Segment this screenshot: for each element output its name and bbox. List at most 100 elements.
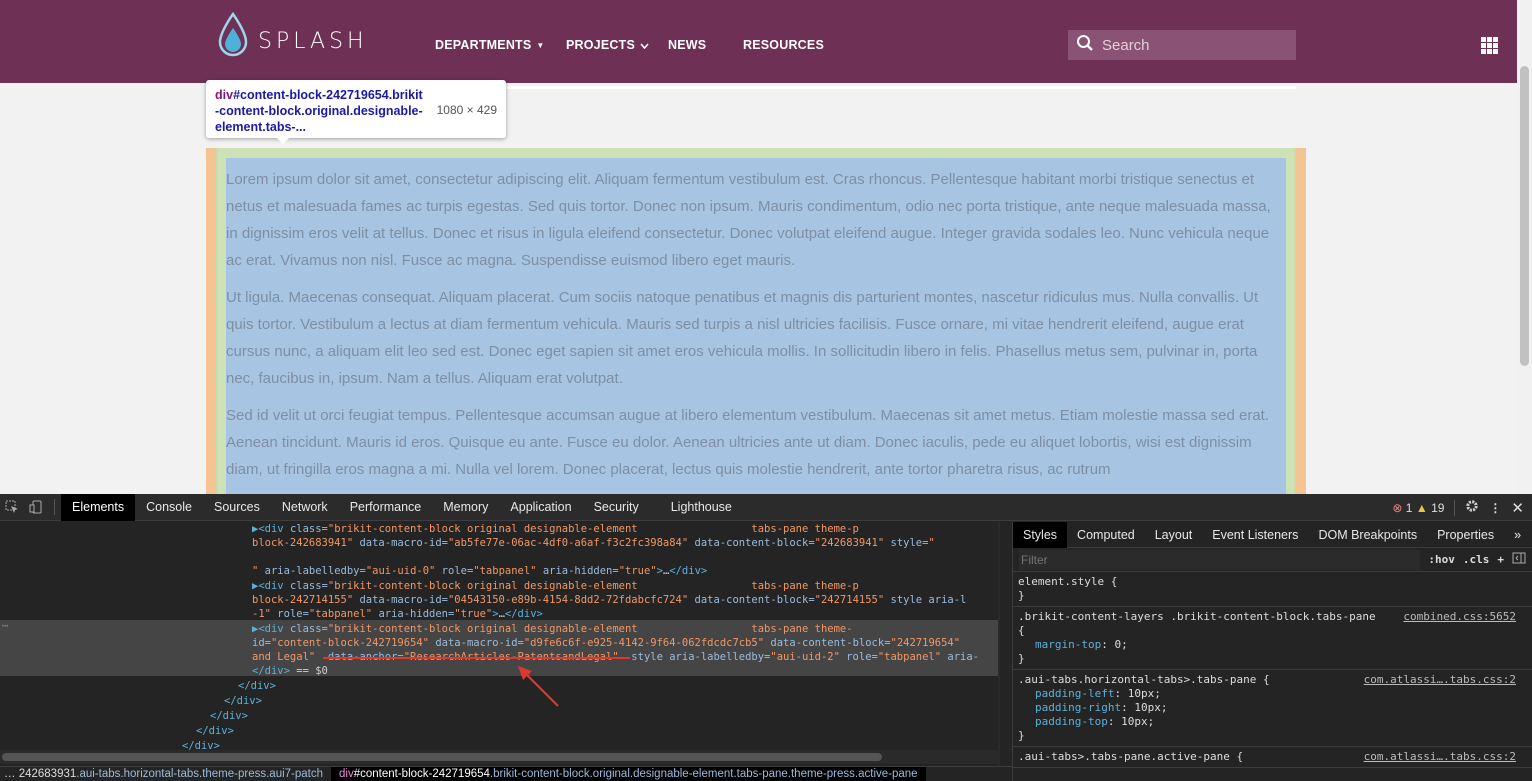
styles-tabbar: Styles Computed Layout Event Listeners D… bbox=[1013, 521, 1532, 548]
page-scrollbar[interactable] bbox=[1517, 0, 1532, 494]
tab-memory[interactable]: Memory bbox=[432, 494, 499, 521]
code-line[interactable]: block-242683941" data-macro-id="ab5fe77e… bbox=[252, 536, 935, 550]
annotation-underline bbox=[323, 657, 630, 659]
tab-lighthouse[interactable]: Lighthouse bbox=[660, 494, 743, 521]
more-tabs-icon[interactable]: » bbox=[1504, 522, 1531, 548]
code-line[interactable]: id="content-block-242719654" data-macro-… bbox=[252, 636, 960, 650]
more-options-icon[interactable]: ⋮ bbox=[1489, 501, 1501, 515]
close-icon[interactable]: ✕ bbox=[1511, 499, 1524, 517]
css-property[interactable]: padding-top: 10px; bbox=[1018, 715, 1527, 729]
code-line[interactable]: </div> bbox=[224, 694, 262, 708]
style-rule[interactable]: element.style {} bbox=[1013, 572, 1532, 607]
code-line[interactable]: -1" role="tabpanel" aria-hidden="true">…… bbox=[252, 607, 543, 621]
code-line[interactable]: </div> bbox=[238, 679, 276, 693]
elements-tree[interactable]: ▶<div class="brikit-content-block origin… bbox=[0, 522, 1000, 766]
devtools-status: ⊗ 1 ▲ 19 ⋮ ✕ bbox=[1392, 494, 1524, 521]
nav-departments[interactable]: DEPARTMENTS ▼ bbox=[435, 38, 545, 52]
settings-gear-icon[interactable] bbox=[1465, 499, 1479, 516]
tab-dom-breakpoints[interactable]: DOM Breakpoints bbox=[1308, 522, 1427, 548]
elements-scrollbar-horizontal[interactable] bbox=[0, 750, 1000, 764]
tab-security[interactable]: Security bbox=[583, 494, 650, 521]
code-line[interactable]: block-242714155" data-macro-id="04543150… bbox=[252, 593, 966, 607]
warning-count: 19 bbox=[1431, 500, 1445, 515]
page: SPLASH DEPARTMENTS ▼ PROJECTS NEWS RESOU… bbox=[0, 0, 1532, 781]
site-viewport: SPLASH DEPARTMENTS ▼ PROJECTS NEWS RESOU… bbox=[0, 0, 1532, 494]
tab-properties[interactable]: Properties bbox=[1427, 522, 1504, 548]
tab-layout[interactable]: Layout bbox=[1145, 522, 1203, 548]
tab-network[interactable]: Network bbox=[271, 494, 339, 521]
annotation-arrow bbox=[518, 666, 559, 707]
inspect-element-icon[interactable] bbox=[0, 494, 24, 521]
tab-pane-content: Lorem ipsum dolor sit amet, consectetur … bbox=[226, 166, 1286, 493]
error-icon: ⊗ bbox=[1392, 500, 1403, 515]
breadcrumb-item[interactable]: … 242683931.aui-tabs.horizontal-tabs.the… bbox=[0, 767, 331, 781]
tab-sources[interactable]: Sources bbox=[203, 494, 271, 521]
style-rule[interactable]: .brikit-content-layers .brikit-content-b… bbox=[1013, 607, 1532, 670]
style-rule[interactable]: .aui-tabs.horizontal-tabs>.tabs-pane {co… bbox=[1013, 670, 1532, 747]
cls-toggle[interactable]: .cls bbox=[1463, 553, 1490, 566]
tab-elements[interactable]: Elements bbox=[61, 493, 136, 521]
inspect-tooltip: div#content-block-242719654.brikit-conte… bbox=[206, 80, 506, 138]
code-line[interactable]: " aria-labelledby="aui-uid-0" role="tabp… bbox=[252, 564, 707, 578]
water-drop-icon bbox=[216, 11, 250, 58]
devtools-tabbar: Elements Console Sources Network Perform… bbox=[0, 493, 1532, 521]
style-rule[interactable]: .aui-tabs>.tabs-pane.active-pane {com.at… bbox=[1013, 747, 1532, 768]
styles-pane: Styles Computed Layout Event Listeners D… bbox=[1012, 521, 1532, 781]
device-toolbar-icon[interactable] bbox=[24, 494, 48, 521]
code-line[interactable]: </div> bbox=[210, 709, 248, 723]
elements-scrollbar-vertical[interactable] bbox=[998, 522, 1000, 766]
nav-projects[interactable]: PROJECTS bbox=[566, 38, 649, 52]
toolbar-divider bbox=[54, 499, 55, 515]
nav-news[interactable]: NEWS bbox=[668, 38, 706, 52]
nav-resources[interactable]: RESOURCES bbox=[743, 38, 824, 52]
rule-source-link[interactable]: com.atlassi….tabs.css:2 bbox=[1364, 750, 1516, 764]
code-line[interactable]: ▶<div class="brikit-content-block origin… bbox=[252, 579, 859, 593]
tab-computed[interactable]: Computed bbox=[1067, 522, 1145, 548]
search-icon bbox=[1076, 34, 1094, 57]
paragraph: Sed id velit ut orci feugiat tempus. Pel… bbox=[226, 407, 1270, 478]
breadcrumb-item-active[interactable]: div#content-block-242719654.brikit-conte… bbox=[331, 767, 926, 781]
nav-news-label: NEWS bbox=[668, 38, 707, 52]
tab-application[interactable]: Application bbox=[499, 494, 582, 521]
dom-breadcrumb: … 242683931.aui-tabs.horizontal-tabs.the… bbox=[0, 766, 1012, 781]
node-ellipsis[interactable]: ⋯ bbox=[2, 620, 8, 632]
toggle-sidebar-icon[interactable] bbox=[1512, 552, 1526, 567]
rule-source-link[interactable]: combined.css:5652 bbox=[1403, 610, 1516, 624]
tab-event-listeners[interactable]: Event Listeners bbox=[1202, 522, 1308, 548]
warning-icon: ▲ bbox=[1415, 500, 1428, 515]
code-line[interactable]: ▶<div class="brikit-content-block origin… bbox=[252, 622, 853, 636]
logo-text: SPLASH bbox=[258, 28, 368, 54]
paragraph: Ut ligula. Maecenas consequat. Aliquam p… bbox=[226, 289, 1259, 387]
tab-performance[interactable]: Performance bbox=[339, 494, 433, 521]
code-line[interactable]: </div> == $0 bbox=[252, 664, 328, 678]
logo[interactable]: SPLASH bbox=[216, 11, 368, 58]
error-count: 1 bbox=[1405, 500, 1413, 515]
search-input[interactable] bbox=[1102, 36, 1282, 54]
code-line[interactable]: ▶<div class="brikit-content-block origin… bbox=[252, 522, 859, 536]
styles-filter-input[interactable] bbox=[1019, 549, 1421, 570]
code-line[interactable]: </div> bbox=[196, 724, 234, 738]
css-property[interactable]: padding-left: 10px; bbox=[1018, 687, 1527, 701]
chevron-down-icon bbox=[640, 38, 649, 52]
issues-counter[interactable]: ⊗ 1 ▲ 19 bbox=[1392, 501, 1444, 515]
apps-grid-icon[interactable] bbox=[1481, 37, 1498, 54]
paragraph: Lorem ipsum dolor sit amet, consectetur … bbox=[226, 171, 1271, 269]
rule-source-link[interactable]: com.atlassi….tabs.css:2 bbox=[1364, 673, 1516, 687]
caret-down-icon: ▼ bbox=[536, 40, 545, 50]
nav-resources-label: RESOURCES bbox=[743, 38, 824, 52]
hov-toggle[interactable]: :hov bbox=[1428, 553, 1455, 566]
search-box[interactable] bbox=[1068, 30, 1296, 60]
tab-console[interactable]: Console bbox=[135, 494, 203, 521]
tab-styles[interactable]: Styles bbox=[1013, 521, 1068, 548]
tooltip-dimensions: 1080 × 429 bbox=[436, 103, 497, 117]
styles-filter-bar: :hov .cls + bbox=[1013, 548, 1532, 572]
css-property[interactable]: margin-top: 0; bbox=[1018, 638, 1527, 652]
nav-departments-label: DEPARTMENTS bbox=[435, 38, 532, 52]
add-rule-icon[interactable]: + bbox=[1497, 553, 1504, 566]
site-navbar: SPLASH DEPARTMENTS ▼ PROJECTS NEWS RESOU… bbox=[0, 0, 1517, 83]
devtools-panel: Elements Console Sources Network Perform… bbox=[0, 493, 1532, 781]
css-property[interactable]: padding-right: 10px; bbox=[1018, 701, 1527, 715]
tooltip-selector: div#content-block-242719654.brikit-conte… bbox=[215, 88, 423, 134]
tooltip-arrow bbox=[275, 136, 291, 144]
nav-projects-label: PROJECTS bbox=[566, 38, 635, 52]
